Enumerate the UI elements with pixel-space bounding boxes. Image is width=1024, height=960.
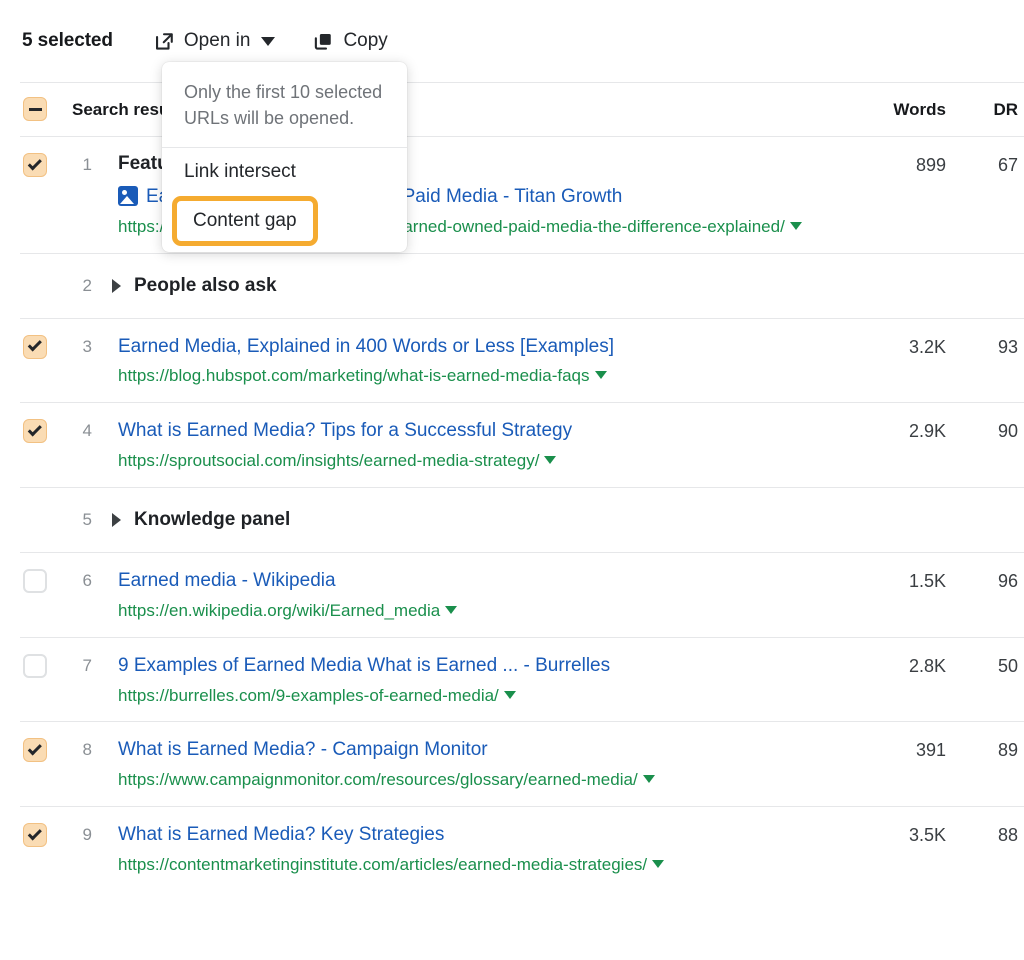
result-title-link[interactable]: What is Earned Media? Tips for a Success… [118,420,572,441]
result-title-link[interactable]: What is Earned Media? - Campaign Monitor [118,739,488,760]
copy-icon [313,31,334,52]
result-title-link[interactable]: Earned media - Wikipedia [118,570,336,591]
row-rank: 1 [68,155,92,175]
row-words-value: 3.5K [909,825,946,846]
image-icon [118,186,138,206]
row-dr-value: 67 [970,155,1018,176]
result-title-link[interactable]: 9 Examples of Earned Media What is Earne… [118,655,610,676]
expand-triangle-icon[interactable] [112,279,121,293]
expand-triangle-icon[interactable] [112,513,121,527]
row-checkbox[interactable] [23,153,47,177]
open-in-label: Open in [184,30,251,52]
serp-feature-label: People also ask [134,275,277,297]
copy-label: Copy [343,30,387,52]
row-rank: 3 [68,337,92,357]
table-row: 3 Earned Media, Explained in 400 Words o… [0,319,1024,403]
row-rank: 7 [68,656,92,676]
row-rank: 5 [68,510,92,530]
chevron-down-icon [261,37,275,46]
table-row: 7 9 Examples of Earned Media What is Ear… [0,638,1024,722]
row-rank: 9 [68,825,92,845]
row-rank: 2 [68,276,92,296]
selected-count-label: 5 selected [22,30,113,52]
row-words-value: 391 [916,740,946,761]
search-results-table: Search results Words DR 1 Featured snipp… [0,82,1024,891]
result-title-link[interactable]: Earned Media, Explained in 400 Words or … [118,336,614,357]
chevron-down-icon[interactable] [643,775,655,783]
column-header-dr: DR [970,100,1018,120]
result-url-link[interactable]: https://sproutsocial.com/insights/earned… [118,450,874,473]
row-checkbox[interactable] [23,419,47,443]
row-checkbox[interactable] [23,738,47,762]
row-dr-value: 90 [970,421,1018,442]
chevron-down-icon[interactable] [652,860,664,868]
chevron-down-icon[interactable] [504,691,516,699]
row-words-value: 2.8K [909,656,946,677]
result-url-link[interactable]: https://www.campaignmonitor.com/resource… [118,769,874,792]
dropdown-note-text: Only the first 10 selected URLs will be … [162,62,407,147]
row-words-value: 2.9K [909,421,946,442]
row-dr-value: 50 [970,656,1018,677]
row-rank: 6 [68,571,92,591]
selection-toolbar: 5 selected Open in Copy [0,0,1024,82]
serp-feature-label: Knowledge panel [134,509,290,531]
chevron-down-icon[interactable] [445,606,457,614]
row-checkbox[interactable] [23,654,47,678]
chevron-down-icon[interactable] [595,371,607,379]
row-rank: 8 [68,740,92,760]
open-in-button[interactable]: Open in [154,30,276,52]
row-words-value: 899 [916,155,946,176]
result-url-link[interactable]: https://blog.hubspot.com/marketing/what-… [118,365,874,388]
open-in-dropdown-menu: Only the first 10 selected URLs will be … [162,62,407,252]
table-row: 4 What is Earned Media? Tips for a Succe… [0,403,1024,487]
row-checkbox[interactable] [23,569,47,593]
result-url-link[interactable]: https://burrelles.com/9-examples-of-earn… [118,685,874,708]
table-row: 9 What is Earned Media? Key Strategies h… [0,807,1024,891]
row-dr-value: 93 [970,337,1018,358]
column-header-words: Words [893,100,946,120]
table-row: 1 Featured snippet Earned Media, Owned M… [0,137,1024,253]
table-header-row: Search results Words DR [0,83,1024,136]
row-checkbox[interactable] [23,335,47,359]
row-rank: 4 [68,421,92,441]
result-title-link[interactable]: What is Earned Media? Key Strategies [118,824,444,845]
table-row: 8 What is Earned Media? - Campaign Monit… [0,722,1024,806]
copy-button[interactable]: Copy [313,30,387,52]
result-url-link[interactable]: https://en.wikipedia.org/wiki/Earned_med… [118,600,874,623]
row-words-value: 1.5K [909,571,946,592]
select-all-checkbox[interactable] [23,97,47,121]
menu-item-content-gap[interactable]: Content gap [172,196,318,246]
table-row-group: 2 People also ask [0,254,1024,318]
row-dr-value: 96 [970,571,1018,592]
row-words-value: 3.2K [909,337,946,358]
row-dr-value: 89 [970,740,1018,761]
row-dr-value: 88 [970,825,1018,846]
menu-item-link-intersect[interactable]: Link intersect [162,148,407,196]
row-checkbox[interactable] [23,823,47,847]
external-link-icon [154,31,175,52]
chevron-down-icon[interactable] [544,456,556,464]
table-row-group: 5 Knowledge panel [0,488,1024,552]
chevron-down-icon[interactable] [790,222,802,230]
result-url-link[interactable]: https://contentmarketinginstitute.com/ar… [118,854,874,877]
table-row: 6 Earned media - Wikipedia https://en.wi… [0,553,1024,637]
